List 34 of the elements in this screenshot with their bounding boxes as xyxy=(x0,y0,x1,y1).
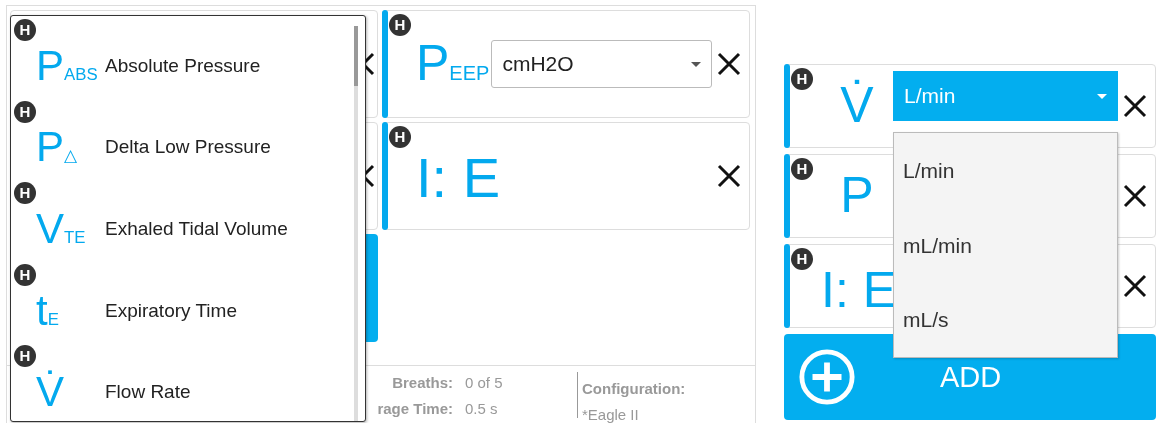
close-icon[interactable] xyxy=(1123,274,1147,298)
menu-option[interactable]: L/min xyxy=(894,133,1117,208)
caret-icon xyxy=(1097,93,1107,99)
menu-option[interactable]: mL/min xyxy=(894,207,1117,282)
parameter-symbol: V̇ xyxy=(839,77,875,135)
stat-label: rage Time: xyxy=(376,400,453,417)
letter-badge: H xyxy=(791,158,813,180)
close-icon[interactable] xyxy=(717,52,741,76)
letter-badge: H xyxy=(14,19,36,41)
config-label: Configuration: xyxy=(582,380,686,397)
close-icon[interactable] xyxy=(717,164,741,188)
parameter-symbol: I: E xyxy=(416,145,501,211)
unit-select[interactable]: cmH2O xyxy=(491,40,713,88)
letter-badge: H xyxy=(389,14,411,36)
parameter-symbol: I: E xyxy=(821,262,893,320)
stat-label: Breaths: xyxy=(391,374,453,391)
letter-badge: H xyxy=(14,263,36,286)
scrollbar[interactable] xyxy=(354,26,358,421)
letter-badge: H xyxy=(14,100,36,123)
parameter-symbol: P xyxy=(839,167,875,225)
close-icon[interactable] xyxy=(1123,94,1147,118)
caret-icon xyxy=(691,61,702,67)
stat-value: 0.5 s xyxy=(465,400,498,417)
letter-badge: H xyxy=(14,182,36,205)
letter-badge: H xyxy=(791,248,813,270)
letter-badge: H xyxy=(389,126,411,148)
config-value: *Eagle II xyxy=(582,406,640,423)
list-item[interactable]: H V̇ Flow Rate xyxy=(11,342,365,421)
letter-badge: H xyxy=(791,68,813,90)
letter-badge: H xyxy=(14,345,36,368)
scrollbar-thumb[interactable] xyxy=(354,26,358,86)
stat-value: 0 of 5 xyxy=(465,374,503,391)
plus-circle-icon xyxy=(798,348,856,406)
close-icon[interactable] xyxy=(1123,184,1147,208)
